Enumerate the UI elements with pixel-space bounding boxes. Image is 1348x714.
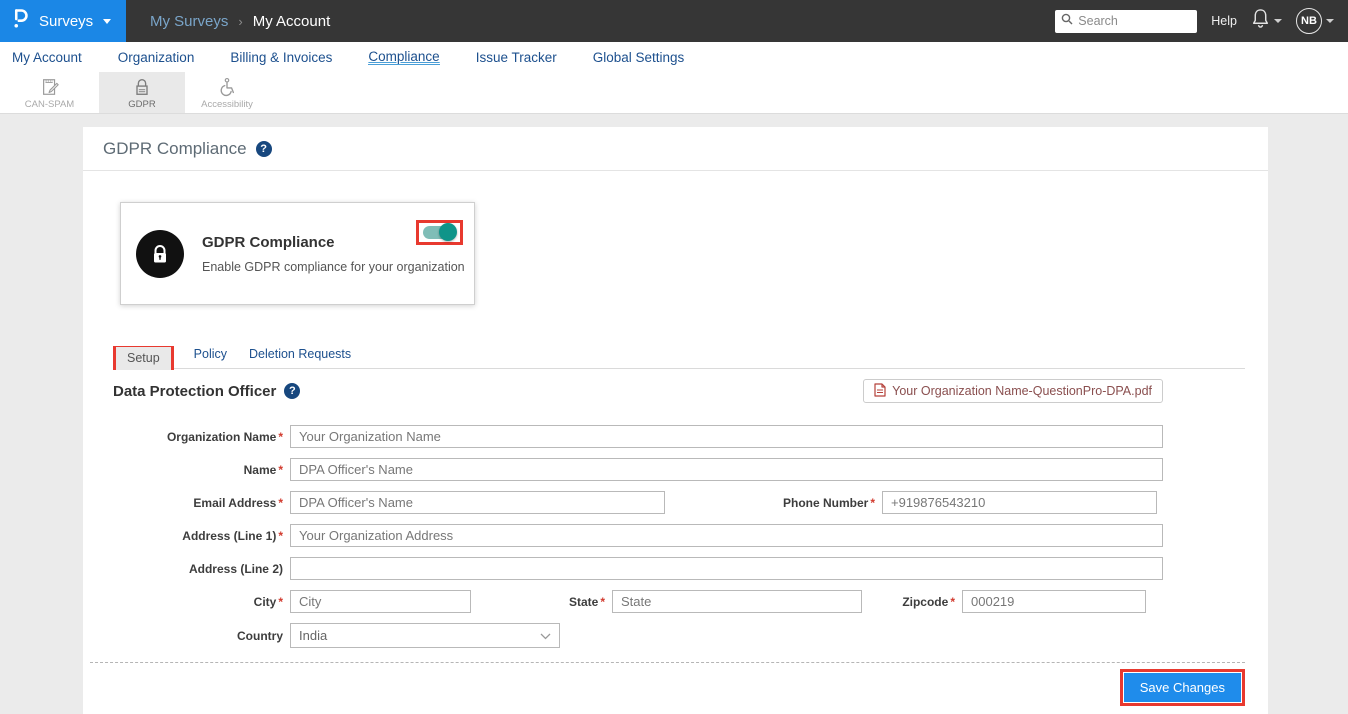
wheelchair-icon	[217, 77, 237, 97]
subtab-can-spam[interactable]: CAN-SPAM	[0, 72, 99, 113]
help-icon[interactable]: ?	[284, 383, 300, 399]
breadcrumb: My Surveys › My Account	[150, 13, 330, 30]
nav-item-issue-tracker[interactable]: Issue Tracker	[476, 50, 557, 65]
zipcode-label: Zipcode*	[862, 595, 955, 609]
help-icon[interactable]: ?	[256, 141, 272, 157]
pdf-button-label: Your Organization Name-QuestionPro-DPA.p…	[892, 384, 1152, 398]
annotation-box-setup-tab: Setup	[113, 346, 174, 370]
toggle-knob	[439, 223, 457, 241]
form-row-city-state-zip: City* State* Zipcode*	[83, 590, 1268, 613]
city-label: City*	[83, 595, 283, 609]
tab-setup[interactable]: Setup	[116, 347, 171, 370]
dpa-pdf-download-button[interactable]: Your Organization Name-QuestionPro-DPA.p…	[863, 379, 1163, 403]
dpo-form: Organization Name* Name* Email Address* …	[83, 425, 1268, 648]
account-nav: My Account Organization Billing & Invoic…	[0, 42, 1348, 72]
address-line1-field[interactable]	[290, 524, 1163, 547]
tab-deletion-requests[interactable]: Deletion Requests	[247, 343, 353, 368]
setup-tabs: Setup Policy Deletion Requests	[113, 343, 1245, 369]
page-background: GDPR Compliance ? GDPR Compliance Enable…	[0, 114, 1348, 714]
email-field[interactable]	[290, 491, 665, 514]
form-row-address1: Address (Line 1)*	[83, 524, 1268, 547]
form-divider	[90, 662, 1245, 663]
form-row-email-phone: Email Address* Phone Number*	[83, 491, 1268, 514]
nav-item-my-account[interactable]: My Account	[12, 50, 82, 65]
annotation-box-toggle	[416, 220, 463, 245]
product-switcher-button[interactable]: Surveys	[0, 0, 126, 42]
nav-item-compliance[interactable]: Compliance	[368, 49, 439, 65]
breadcrumb-my-account: My Account	[253, 13, 331, 30]
top-bar: Surveys My Surveys › My Account Help NB	[0, 0, 1348, 42]
form-row-country: Country India	[83, 623, 1268, 648]
gdpr-toggle[interactable]	[423, 226, 456, 239]
address1-label: Address (Line 1)*	[83, 529, 283, 543]
topbar-right: Help NB	[1055, 8, 1348, 34]
nav-item-billing-invoices[interactable]: Billing & Invoices	[230, 50, 332, 65]
notifications-menu[interactable]	[1251, 8, 1282, 34]
subtab-accessibility[interactable]: Accessibility	[185, 72, 269, 113]
nav-item-global-settings[interactable]: Global Settings	[593, 50, 685, 65]
address2-label: Address (Line 2)	[83, 562, 283, 576]
subtab-label: Accessibility	[201, 99, 253, 110]
padlock-icon	[132, 77, 152, 97]
zipcode-field[interactable]	[962, 590, 1146, 613]
avatar: NB	[1296, 8, 1322, 34]
form-actions: Save Changes	[83, 669, 1245, 706]
gdpr-compliance-card: GDPR Compliance Enable GDPR compliance f…	[120, 202, 475, 305]
address-line2-field[interactable]	[290, 557, 1163, 580]
save-changes-button[interactable]: Save Changes	[1124, 673, 1241, 702]
city-field[interactable]	[290, 590, 471, 613]
form-row-name: Name*	[83, 458, 1268, 481]
subtab-gdpr[interactable]: GDPR	[99, 72, 185, 113]
gdpr-panel: GDPR Compliance ? GDPR Compliance Enable…	[83, 127, 1268, 714]
search-input[interactable]	[1078, 14, 1191, 28]
lock-in-circle-icon	[136, 230, 184, 278]
state-label: State*	[471, 595, 605, 609]
organization-name-label: Organization Name*	[83, 430, 283, 444]
subtab-label: GDPR	[128, 99, 155, 110]
product-label: Surveys	[39, 13, 93, 30]
panel-header: GDPR Compliance ?	[83, 127, 1268, 171]
search-icon	[1061, 12, 1073, 30]
questionpro-logo-icon	[12, 6, 29, 37]
subtab-label: CAN-SPAM	[25, 99, 74, 110]
phone-field[interactable]	[882, 491, 1157, 514]
chevron-down-icon	[1274, 19, 1282, 23]
form-row-organization: Organization Name*	[83, 425, 1268, 448]
country-label: Country	[83, 629, 283, 643]
email-label: Email Address*	[83, 496, 283, 510]
tab-policy[interactable]: Policy	[192, 343, 229, 368]
help-link[interactable]: Help	[1211, 14, 1237, 28]
name-field[interactable]	[290, 458, 1163, 481]
section-header: Data Protection Officer ? Your Organizat…	[113, 379, 1245, 403]
page-title: GDPR Compliance	[103, 139, 247, 159]
nav-item-organization[interactable]: Organization	[118, 50, 195, 65]
state-field[interactable]	[612, 590, 862, 613]
notepad-pencil-icon	[40, 77, 60, 97]
card-description: Enable GDPR compliance for your organiza…	[202, 260, 465, 274]
search-box[interactable]	[1055, 10, 1197, 33]
chevron-down-icon	[1326, 19, 1334, 23]
chevron-down-icon	[103, 19, 111, 24]
organization-name-field[interactable]	[290, 425, 1163, 448]
country-select[interactable]: India	[290, 623, 560, 648]
chevron-down-icon	[540, 628, 551, 643]
pdf-file-icon	[874, 383, 886, 400]
breadcrumb-separator: ›	[238, 14, 242, 29]
account-menu[interactable]: NB	[1296, 8, 1334, 34]
breadcrumb-my-surveys[interactable]: My Surveys	[150, 13, 228, 30]
country-value: India	[299, 628, 327, 643]
section-title: Data Protection Officer	[113, 383, 276, 400]
name-label: Name*	[83, 463, 283, 477]
bell-icon	[1251, 8, 1270, 34]
phone-label: Phone Number*	[665, 496, 875, 510]
form-row-address2: Address (Line 2)	[83, 557, 1268, 580]
annotation-box-save: Save Changes	[1120, 669, 1245, 706]
compliance-subtabs: CAN-SPAM GDPR Accessibility	[0, 72, 1348, 114]
